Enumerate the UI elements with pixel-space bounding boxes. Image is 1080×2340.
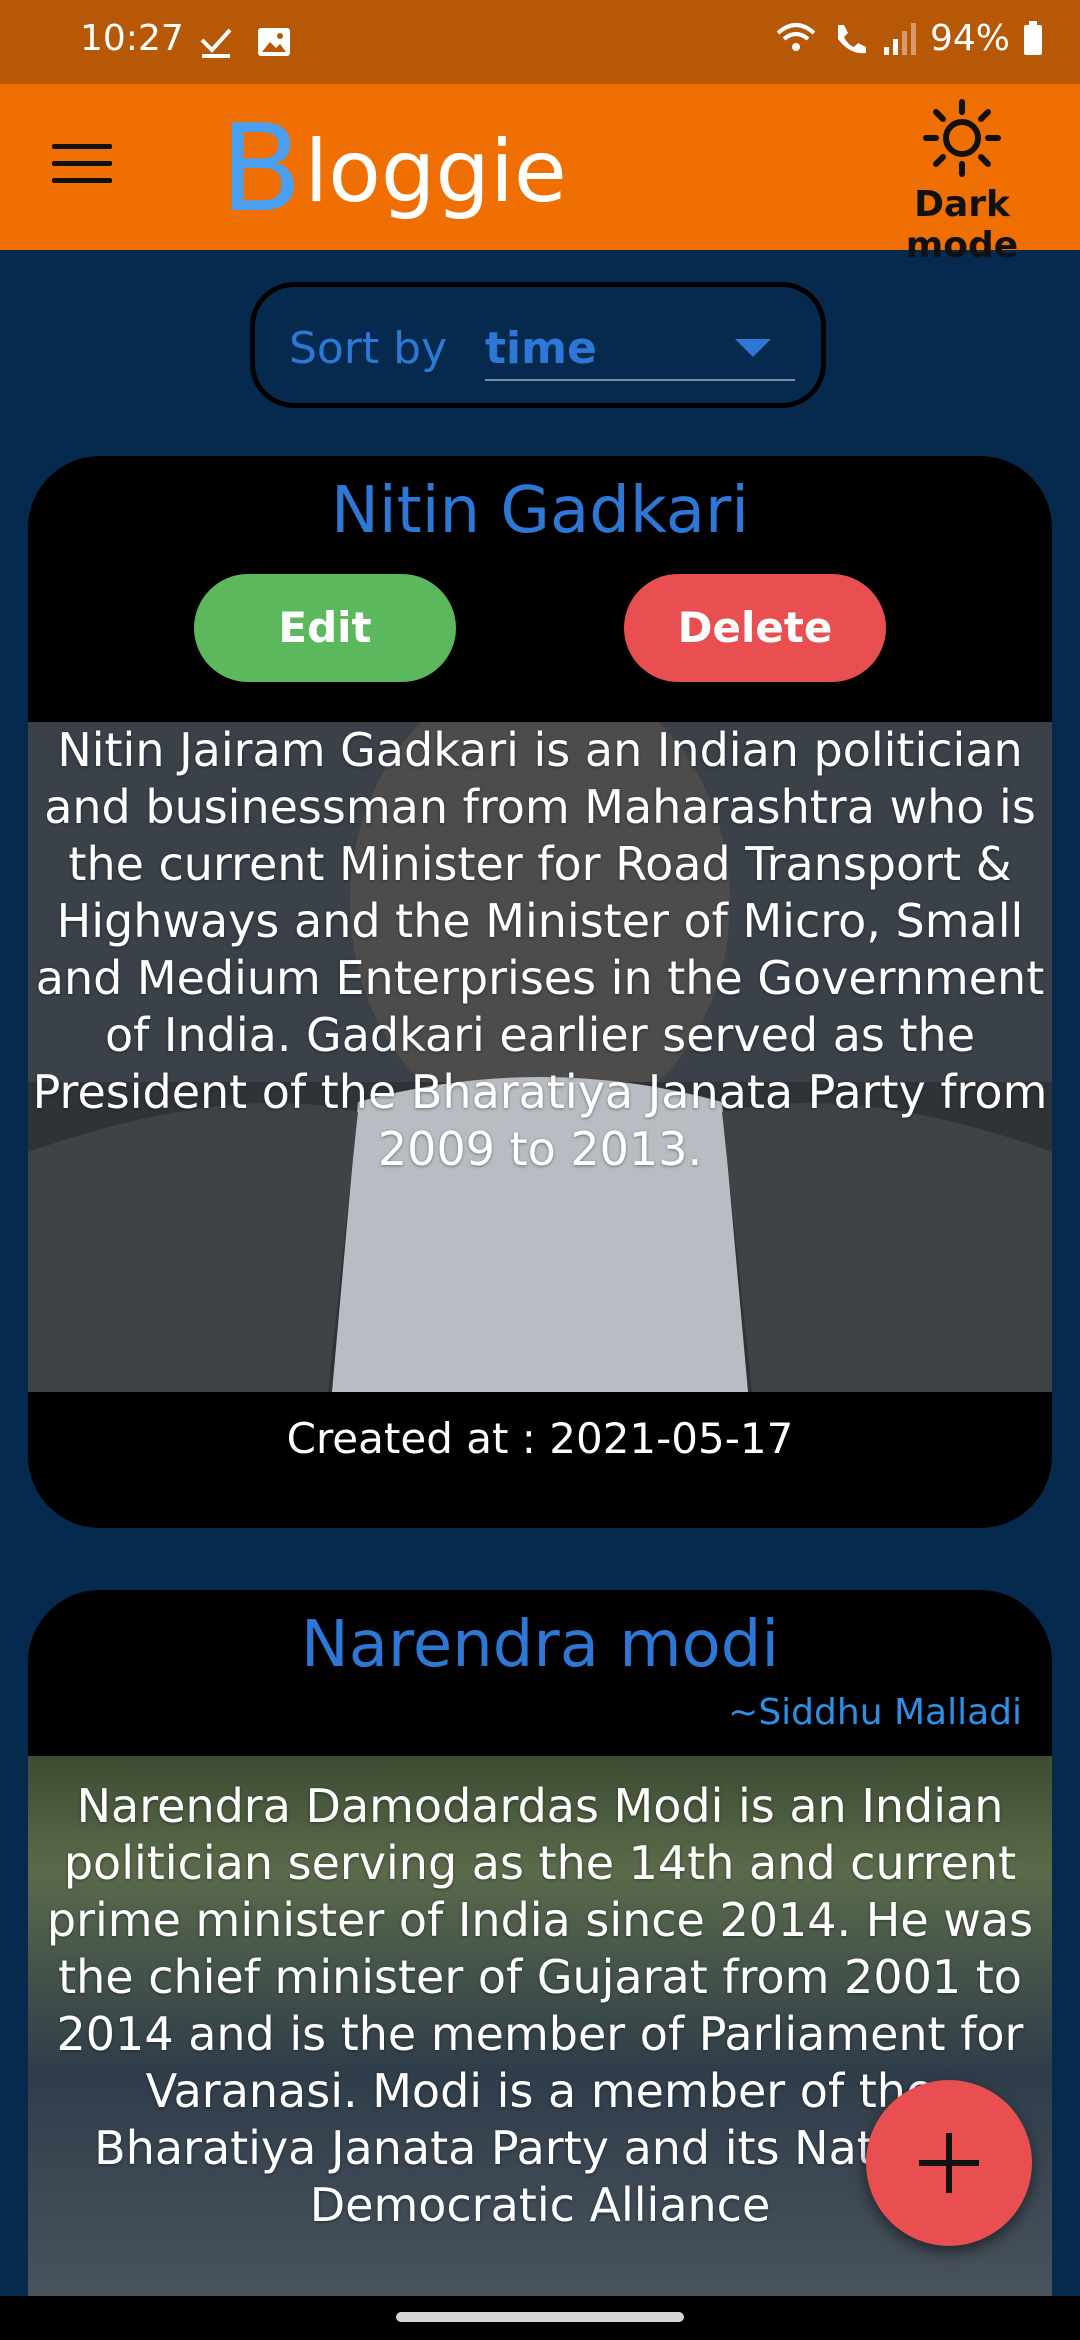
created-date: Created at : 2021-05-17: [286, 1414, 794, 1463]
app-logo: B loggie: [220, 100, 567, 230]
status-bar: 10:27 94%: [0, 0, 1080, 84]
status-time: 10:27: [80, 18, 184, 59]
dark-mode-toggle[interactable]: Dark mode: [862, 96, 1062, 266]
chevron-down-icon: [735, 339, 771, 357]
signal-icon: [883, 22, 916, 55]
post-body: Narendra Damodardas Modi is an Indian po…: [28, 1756, 1052, 2330]
delete-button[interactable]: Delete: [624, 574, 886, 682]
add-post-button[interactable]: [866, 2080, 1032, 2246]
sort-value: time: [485, 323, 597, 374]
call-icon: [837, 24, 866, 53]
post-card: Nitin Gadkari Edit Delete Nitin Jairam G…: [28, 456, 1052, 1528]
home-indicator[interactable]: [396, 2312, 684, 2322]
system-nav-bar: [0, 2296, 1080, 2340]
sort-dropdown[interactable]: time: [485, 309, 795, 381]
post-content: Nitin Jairam Gadkari is an Indian politi…: [32, 723, 1048, 1176]
sun-icon: [923, 99, 1001, 177]
sort-control: Sort by time: [250, 282, 826, 408]
post-title: Nitin Gadkari: [330, 474, 750, 548]
gallery-icon: [258, 28, 290, 56]
battery-percent: 94%: [929, 18, 1010, 59]
edit-button[interactable]: Edit: [194, 574, 456, 682]
logo-text: loggie: [304, 122, 567, 222]
dark-mode-label: Dark mode: [905, 184, 1019, 266]
logo-letter: B: [220, 100, 303, 239]
check-icon: [200, 28, 232, 58]
post-author: ~Siddhu Malladi: [728, 1692, 1022, 1733]
menu-icon[interactable]: [52, 144, 112, 192]
status-right: 94%: [774, 18, 1044, 59]
app-bar: B loggie Dark mode: [0, 84, 1080, 266]
battery-icon: [1024, 20, 1042, 55]
post-body: Nitin Jairam Gadkari is an Indian politi…: [28, 722, 1052, 1392]
post-title: Narendra modi: [300, 1608, 780, 1682]
wifi-calling-icon: [776, 22, 816, 51]
sort-label: Sort by: [289, 323, 448, 374]
status-notification-icons: [196, 22, 294, 62]
